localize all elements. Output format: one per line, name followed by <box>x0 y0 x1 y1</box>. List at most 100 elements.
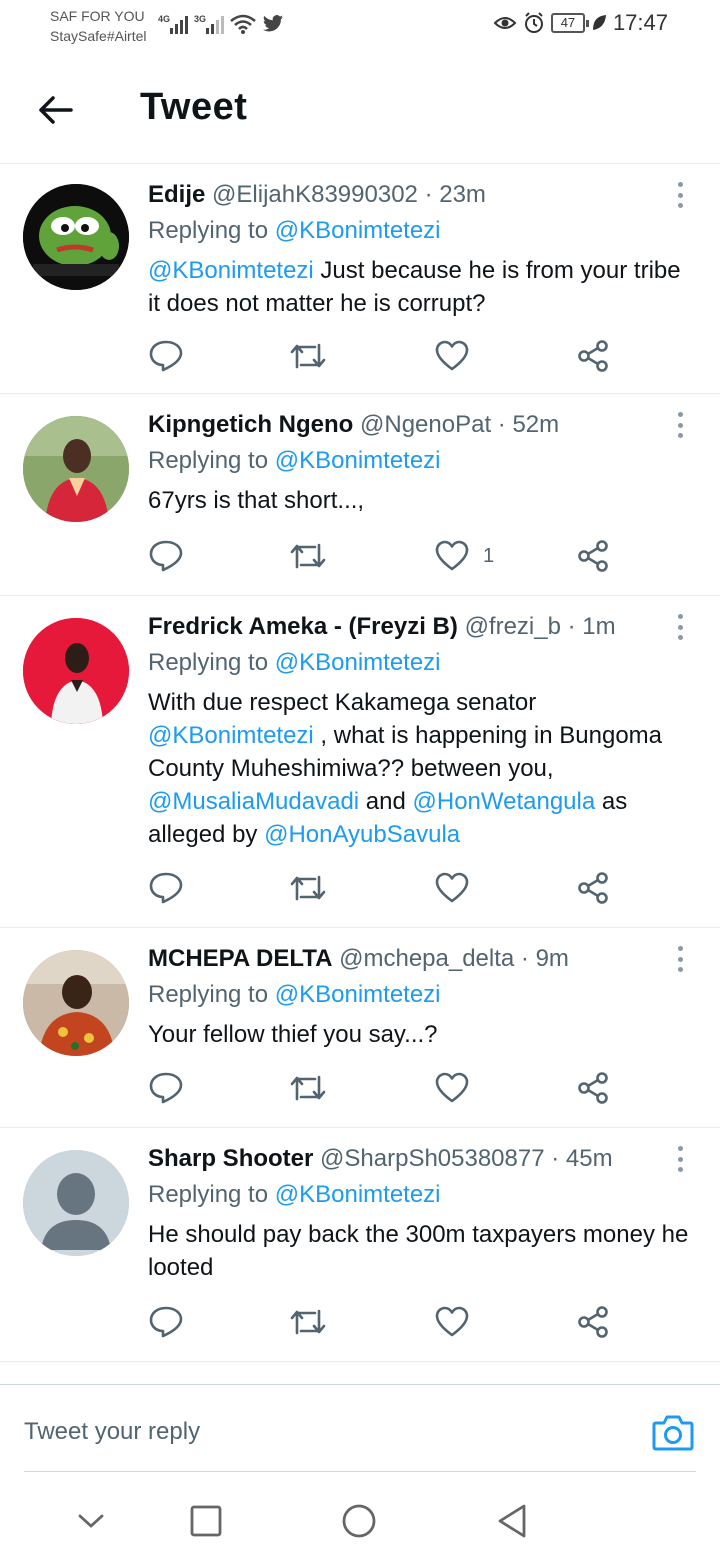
replying-prefix: Replying to <box>148 649 275 676</box>
replying-prefix: Replying to <box>148 217 275 244</box>
retweet-button[interactable] <box>288 336 328 376</box>
replying-to-mention[interactable]: @KBonimtetezi <box>275 447 441 474</box>
share-icon <box>578 540 608 572</box>
camera-button[interactable] <box>652 1413 694 1456</box>
tweet-item[interactable]: Sharp Shooter @SharpSh05380877 · 45m Rep… <box>0 1128 720 1362</box>
tweet-item[interactable]: Kipngetich Ngeno @NgenoPat · 52m Replyin… <box>0 394 720 596</box>
retweet-icon <box>290 875 326 901</box>
page-title: Tweet <box>140 86 248 128</box>
more-options-button[interactable] <box>674 946 686 972</box>
more-options-button[interactable] <box>674 182 686 208</box>
user-handle[interactable]: @SharpSh05380877 <box>320 1145 545 1172</box>
replying-to-mention[interactable]: @KBonimtetezi <box>275 981 441 1008</box>
tweet-actions <box>148 336 628 376</box>
square-icon <box>190 1505 222 1537</box>
replying-to-mention[interactable]: @KBonimtetezi <box>275 1181 441 1208</box>
retweet-button[interactable] <box>288 1302 328 1342</box>
tweet-actions <box>148 868 628 908</box>
like-icon <box>435 340 469 371</box>
more-options-button[interactable] <box>674 1146 686 1172</box>
like-button[interactable] <box>435 1068 469 1108</box>
reply-button[interactable] <box>148 336 184 376</box>
display-name[interactable]: Fredrick Ameka - (Freyzi B) <box>148 613 458 640</box>
user-handle[interactable]: @mchepa_delta <box>339 945 514 972</box>
tweet-text: He should pay back the 300m taxpayers mo… <box>148 1221 689 1281</box>
tweet-header: Edije @ElijahK83990302 · 23m <box>148 180 690 210</box>
replying-prefix: Replying to <box>148 981 275 1008</box>
avatar[interactable] <box>23 416 129 522</box>
tweet-content: MCHEPA DELTA @mchepa_delta · 9m Replying… <box>148 944 690 1051</box>
replying-to-line: Replying to @KBonimtetezi <box>148 980 690 1010</box>
user-handle[interactable]: @NgenoPat <box>360 411 491 438</box>
reply-button[interactable] <box>148 868 184 908</box>
reply-button[interactable] <box>148 1068 184 1108</box>
retweet-button[interactable] <box>288 536 328 576</box>
tweet-header: Kipngetich Ngeno @NgenoPat · 52m <box>148 410 690 440</box>
network-icons: 4G 3G <box>158 10 284 34</box>
like-button[interactable] <box>435 868 469 908</box>
tweet-actions: 1 <box>148 536 628 576</box>
replying-to-mention[interactable]: @KBonimtetezi <box>275 649 441 676</box>
replying-to-mention[interactable]: @KBonimtetezi <box>275 217 441 244</box>
tweet-item[interactable]: Edije @ElijahK83990302 · 23m Replying to… <box>0 164 720 394</box>
reply-input[interactable] <box>24 1415 584 1449</box>
avatar[interactable] <box>23 950 129 1056</box>
like-button[interactable] <box>435 336 469 376</box>
tweet-mention[interactable]: @KBonimtetezi <box>148 257 314 284</box>
like-button[interactable] <box>435 1302 469 1342</box>
alarm-icon <box>524 12 543 33</box>
user-handle[interactable]: @ElijahK83990302 <box>212 181 418 208</box>
retweet-button[interactable] <box>288 868 328 908</box>
display-name[interactable]: MCHEPA DELTA <box>148 945 332 972</box>
status-right: 47 17:47 <box>493 10 668 36</box>
tweet-mention[interactable]: @HonWetangula <box>413 788 596 815</box>
reply-button[interactable] <box>148 1302 184 1342</box>
back-button[interactable] <box>30 90 80 130</box>
battery-icon: 47 <box>550 13 589 33</box>
tweet-actions <box>148 1068 628 1108</box>
retweet-button[interactable] <box>288 1068 328 1108</box>
avatar[interactable] <box>23 1150 129 1256</box>
share-button[interactable] <box>576 536 610 576</box>
user-handle[interactable]: @frezi_b <box>465 613 561 640</box>
frog-avatar-image <box>23 184 129 290</box>
tweet-text: 67yrs is that short..., <box>148 487 365 514</box>
display-name[interactable]: Sharp Shooter <box>148 1145 313 1172</box>
share-button[interactable] <box>576 1302 610 1342</box>
tweet-text-part: With due respect Kakamega senator <box>148 689 537 716</box>
avatar[interactable] <box>23 184 129 290</box>
recents-button[interactable] <box>181 1496 231 1546</box>
like-button[interactable]: 1 <box>435 536 494 576</box>
tweet-actions <box>148 1302 628 1342</box>
home-button[interactable] <box>334 1496 384 1546</box>
tweet-content: Edije @ElijahK83990302 · 23m Replying to… <box>148 180 690 320</box>
network-type-4g: 4G <box>158 14 171 24</box>
retweet-icon <box>290 543 326 569</box>
share-button[interactable] <box>576 336 610 376</box>
tweet-mention[interactable]: @MusaliaMudavadi <box>148 788 359 815</box>
tweet-mention[interactable]: @KBonimtetezi <box>148 722 314 749</box>
chevron-down-icon <box>78 1514 104 1528</box>
reply-icon <box>149 1306 183 1338</box>
share-button[interactable] <box>576 1068 610 1108</box>
retweet-icon <box>290 1309 326 1335</box>
like-icon <box>435 872 469 903</box>
tweet-mention[interactable]: @HonAyubSavula <box>264 821 460 848</box>
display-name[interactable]: Edije <box>148 181 205 208</box>
signal-4g-icon: 4G <box>158 14 188 34</box>
replying-to-line: Replying to @KBonimtetezi <box>148 216 690 246</box>
more-options-button[interactable] <box>674 412 686 438</box>
tweet-item[interactable]: MCHEPA DELTA @mchepa_delta · 9m Replying… <box>0 928 720 1128</box>
avatar[interactable] <box>23 618 129 724</box>
more-options-button[interactable] <box>674 614 686 640</box>
share-button[interactable] <box>576 868 610 908</box>
person-avatar-image <box>23 416 129 522</box>
tweet-item[interactable]: Fredrick Ameka - (Freyzi B) @frezi_b · 1… <box>0 596 720 928</box>
replying-to-line: Replying to @KBonimtetezi <box>148 648 690 678</box>
system-back-button[interactable] <box>487 1496 537 1546</box>
display-name[interactable]: Kipngetich Ngeno <box>148 411 353 438</box>
clock-time: 17:47 <box>612 10 668 35</box>
hide-keyboard-button[interactable] <box>66 1496 116 1546</box>
reply-button[interactable] <box>148 536 184 576</box>
reply-feed: Edije @ElijahK83990302 · 23m Replying to… <box>0 164 720 1362</box>
